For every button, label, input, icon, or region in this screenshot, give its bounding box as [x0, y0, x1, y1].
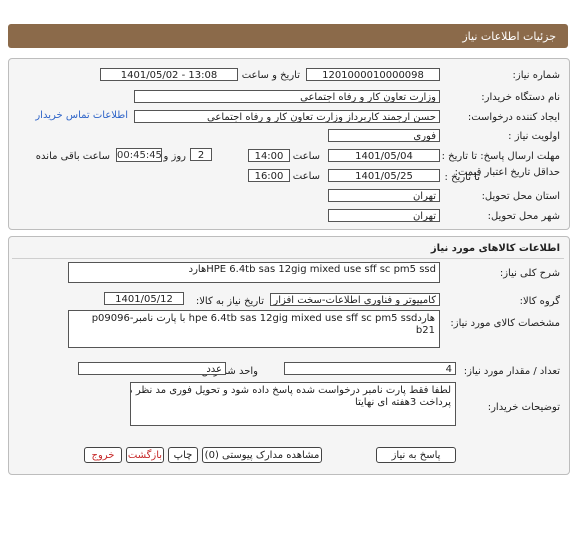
deadline-date-field: 1401/05/04 [328, 149, 440, 162]
creator-field: حسن ارجمند کاربرداز وزارت تعاون کار و رف… [134, 110, 440, 123]
days-label: روز و [163, 151, 187, 162]
group-field: کامپیوتر و فناوری اطلاعات-سخت افزار [270, 293, 440, 306]
qty-field: 4 [284, 362, 456, 375]
deadline-time-label: ساعت [292, 151, 320, 162]
attachments-button[interactable]: مشاهده مدارک پیوستی (0) [202, 447, 322, 463]
need-number-field: 1201000010000098 [306, 68, 440, 81]
province-field: تهران [328, 189, 440, 202]
countdown-timer: 00:45:45 [116, 148, 162, 162]
province-label: استان محل تحویل: [481, 191, 560, 202]
buyer-contact-link[interactable]: اطلاعات تماس خریدار [35, 110, 128, 121]
page-title: جزئیات اطلاعات نیاز [462, 30, 556, 43]
desc-label: شرح کلی نیاز: [499, 268, 560, 279]
spec-field: هاردhpe 6.4tb sas 12gig mixed use sff sc… [68, 310, 440, 348]
exit-button[interactable]: خروج [84, 447, 122, 463]
goods-section-title: اطلاعات کالاهای مورد نیاز [430, 243, 560, 254]
spec-label: مشخصات کالای مورد نیاز: [450, 318, 560, 329]
deadline-label: مهلت ارسال پاسخ: تا تاریخ : [441, 151, 560, 162]
city-field: تهران [328, 209, 440, 222]
need-date-label: تاریخ نیاز به کالا: [195, 296, 264, 307]
priority-label: اولویت نیاز : [508, 131, 560, 142]
buyer-notes-label: توضیحات خریدار: [487, 402, 560, 413]
desc-field: هاردHPE 6.4tb sas 12gig mixed use sff sc… [68, 262, 440, 283]
buyer-label: نام دستگاه خریدار: [481, 92, 560, 103]
validity-time-field: 16:00 [248, 169, 290, 182]
need-number-label: شماره نیاز: [512, 70, 561, 81]
validity-to-label: تا تاریخ : [444, 172, 480, 183]
buyer-field: وزارت تعاون کار و رفاه اجتماعی [134, 90, 440, 103]
desc-text: هاردHPE 6.4tb sas 12gig mixed use sff sc… [188, 264, 436, 275]
print-button[interactable]: چاپ [168, 447, 198, 463]
buyer-notes-line-1: لطفا فقط پارت نامبر درخواست شده پاسخ داد… [130, 385, 451, 396]
back-button[interactable]: بازگشت [126, 447, 164, 463]
announce-field: 1401/05/02 - 13:08 [100, 68, 238, 81]
days-remaining-field: 2 [190, 148, 212, 161]
group-label: گروه کالا: [519, 296, 560, 307]
buyer-notes-line-2: پرداخت 3هفته ای نهایتا [354, 397, 451, 408]
city-label: شهر محل تحویل: [487, 211, 560, 222]
page-header: جزئیات اطلاعات نیاز [8, 24, 568, 48]
qty-label: تعداد / مقدار مورد نیاز: [463, 366, 560, 377]
creator-label: ایجاد کننده درخواست: [467, 112, 560, 123]
remaining-label: ساعت باقی مانده [35, 151, 110, 162]
goods-title-divider [12, 258, 564, 259]
unit-field: عدد [78, 362, 226, 375]
deadline-time-field: 14:00 [248, 149, 290, 162]
need-date-field: 1401/05/12 [104, 292, 184, 305]
buyer-notes-field: لطفا فقط پارت نامبر درخواست شده پاسخ داد… [130, 382, 456, 426]
need-info-panel [8, 58, 570, 230]
priority-field: فوری [328, 129, 440, 142]
reply-button[interactable]: پاسخ به نیاز [376, 447, 456, 463]
validity-date-field: 1401/05/25 [328, 169, 440, 182]
validity-time-label: ساعت [292, 171, 320, 182]
